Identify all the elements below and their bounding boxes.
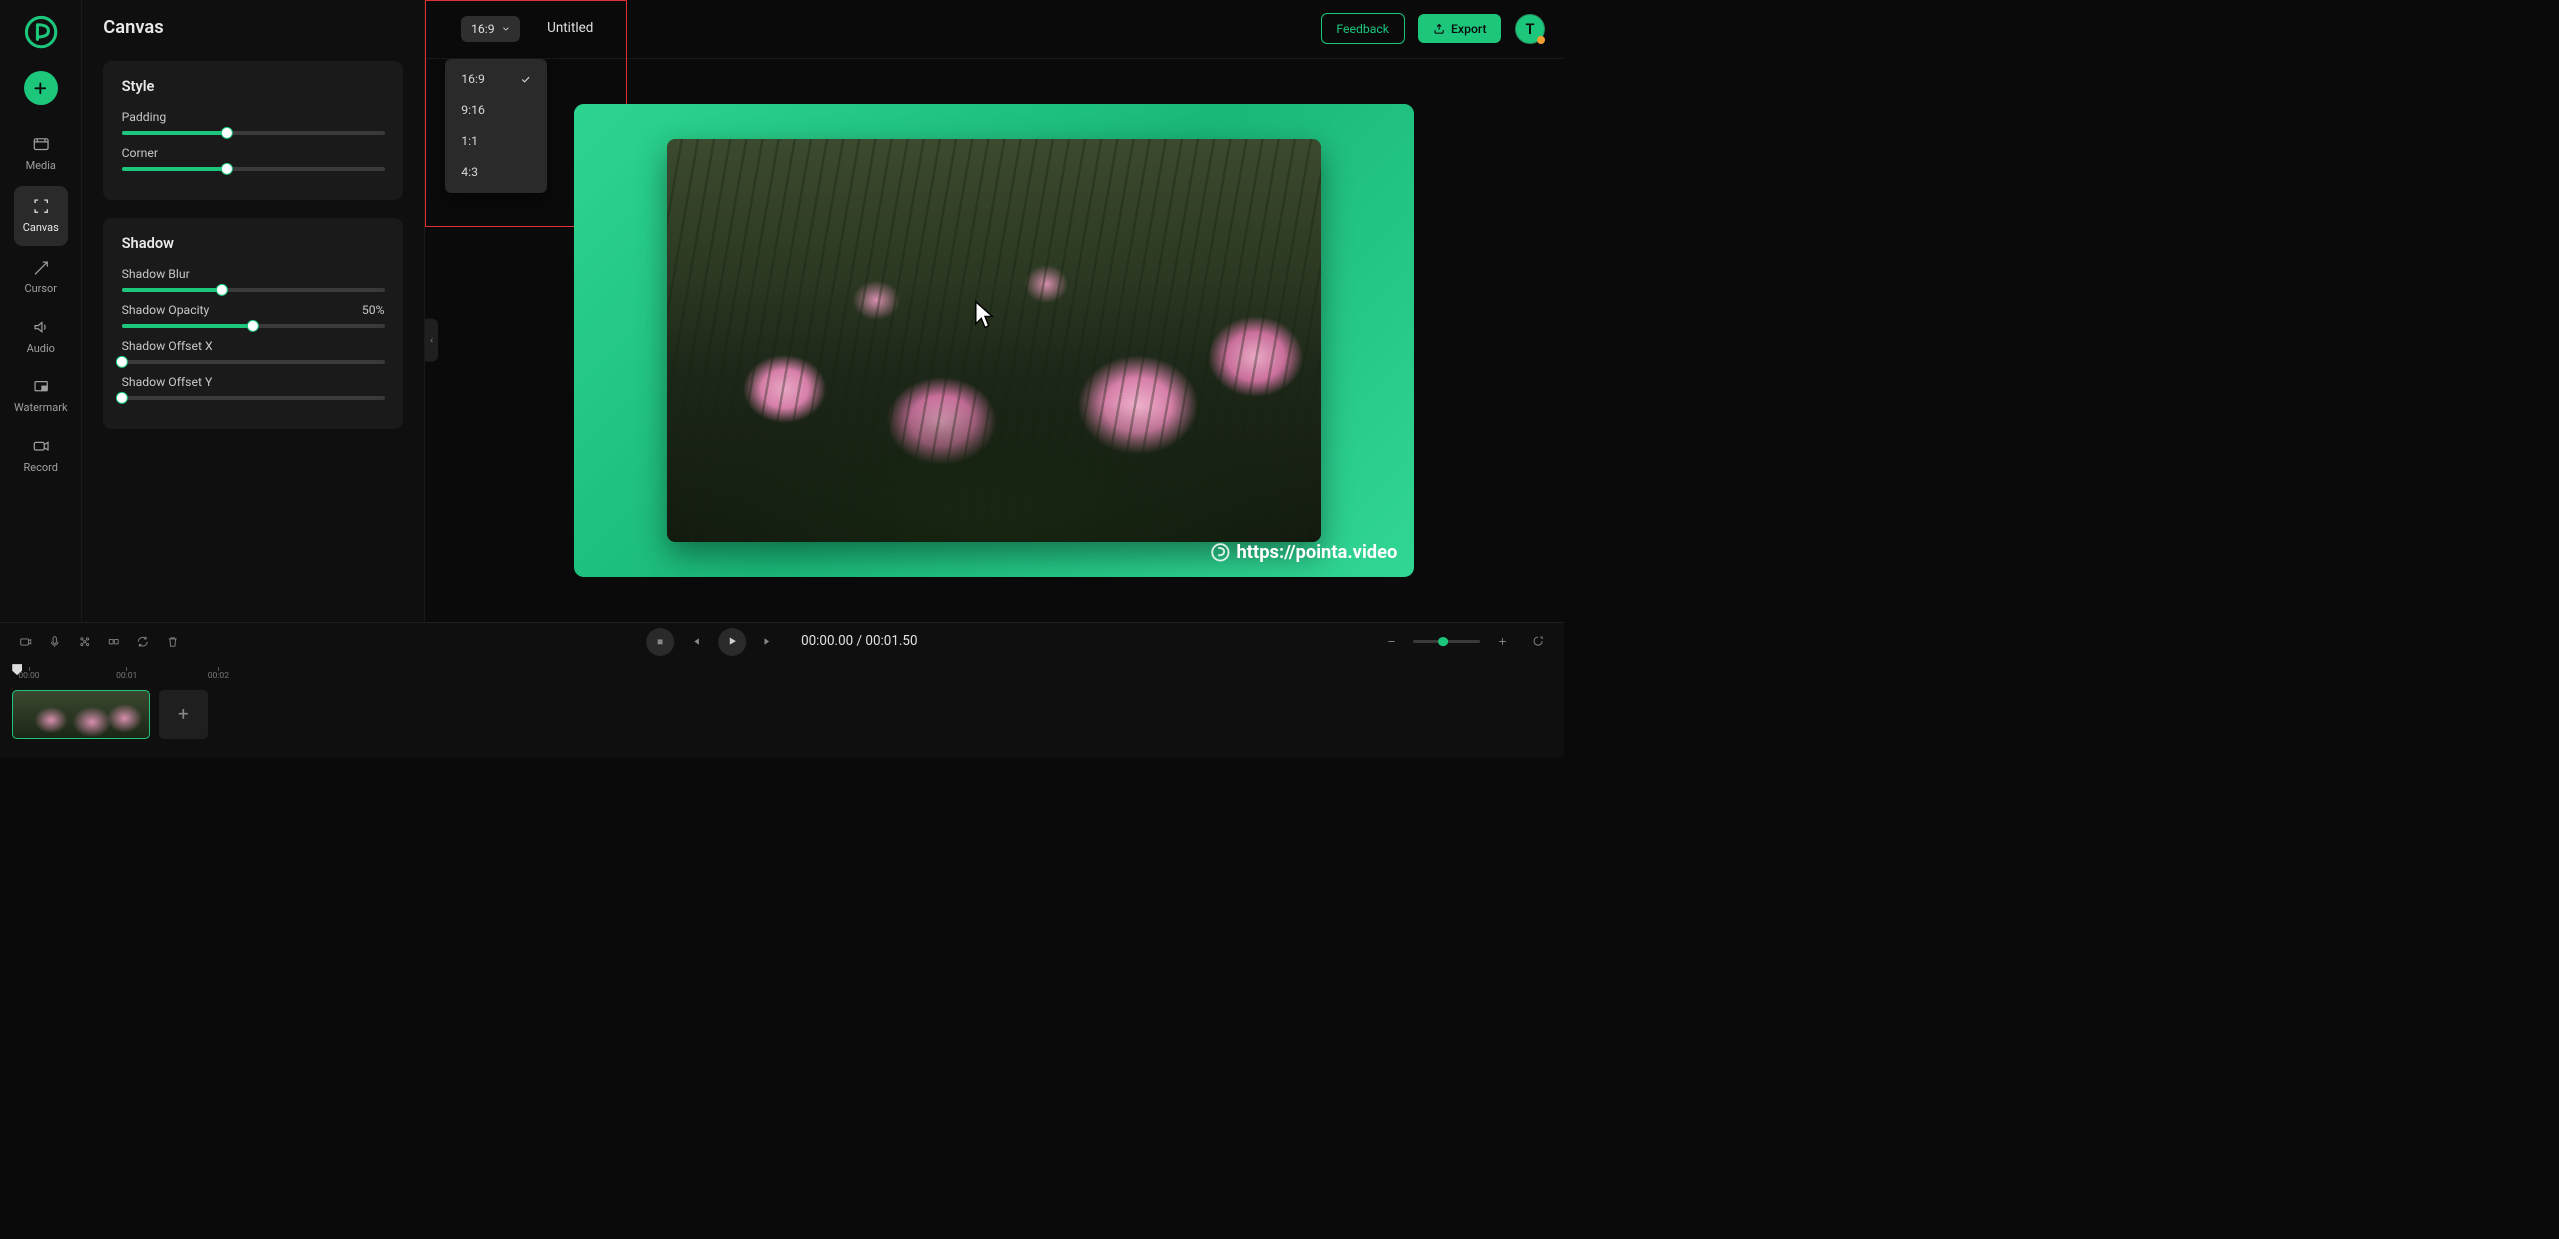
- add-clip-button[interactable]: +: [159, 690, 208, 739]
- avatar[interactable]: T: [1515, 14, 1546, 45]
- media-icon: [30, 133, 52, 155]
- style-title: Style: [122, 77, 385, 95]
- add-button[interactable]: [24, 71, 58, 105]
- time-ruler: 00:00 00:01 00:02: [12, 667, 1551, 685]
- nav-label: Media: [26, 159, 56, 172]
- nav-item-media[interactable]: Media: [0, 125, 81, 184]
- collapse-panel-handle[interactable]: [425, 319, 438, 362]
- trash-icon[interactable]: [159, 628, 186, 655]
- shadow-offsety-label: Shadow Offset Y: [122, 375, 213, 389]
- watermark-text: https://pointa.video: [1237, 542, 1398, 563]
- canvas-icon: [30, 195, 52, 217]
- aspect-ratio-button[interactable]: 16:9: [461, 16, 520, 42]
- nav-item-cursor[interactable]: Cursor: [0, 248, 81, 307]
- nav-item-watermark[interactable]: Watermark: [0, 367, 81, 426]
- split-icon[interactable]: [100, 628, 127, 655]
- padding-label: Padding: [122, 110, 167, 124]
- zoom-slider[interactable]: [1413, 640, 1480, 642]
- feedback-button[interactable]: Feedback: [1321, 13, 1405, 44]
- timeline-track[interactable]: 00:00 00:01 00:02 +: [0, 661, 1564, 758]
- nav-label: Cursor: [24, 282, 57, 295]
- audio-icon: [30, 316, 52, 338]
- corner-label: Corner: [122, 146, 158, 160]
- shadow-offsety-slider[interactable]: [122, 396, 385, 400]
- timecode: 00:00.00 / 00:01.50: [801, 634, 917, 649]
- export-label: Export: [1451, 22, 1487, 36]
- shadow-opacity-slider[interactable]: [122, 324, 385, 328]
- nav-label: Record: [24, 461, 58, 474]
- watermark: https://pointa.video: [1210, 542, 1398, 563]
- prev-frame-button[interactable]: [685, 631, 707, 653]
- nav-item-record[interactable]: Record: [0, 427, 81, 486]
- cursor-icon: [30, 257, 52, 279]
- timeline-toolbar: 00:00.00 / 00:01.50: [0, 623, 1564, 661]
- preview-area: https://pointa.video: [425, 59, 1564, 622]
- video-frame: [667, 139, 1321, 542]
- main-area: 16:9 Untitled Feedback Export T 16:9 9:1…: [425, 0, 1564, 757]
- nav-item-canvas[interactable]: Canvas: [14, 186, 68, 245]
- shadow-offsetx-label: Shadow Offset X: [122, 339, 213, 353]
- app-logo[interactable]: [19, 11, 62, 54]
- canvas-preview[interactable]: https://pointa.video: [574, 104, 1415, 577]
- video-thumbnail: [667, 139, 1321, 542]
- panel-title: Canvas: [103, 17, 403, 38]
- shadow-opacity-label: Shadow Opacity: [122, 303, 210, 317]
- watermark-logo-icon: [1210, 542, 1231, 563]
- zoom-controls: [1378, 628, 1551, 655]
- fit-button[interactable]: [1524, 628, 1551, 655]
- zoom-in-button[interactable]: [1489, 628, 1516, 655]
- stop-button[interactable]: [646, 628, 674, 656]
- timeline: 00:00.00 / 00:01.50 00:00 00:01 00:02: [0, 622, 1564, 757]
- chevron-down-icon: [501, 24, 511, 34]
- capture-icon[interactable]: [12, 628, 39, 655]
- project-title[interactable]: Untitled: [547, 21, 593, 36]
- playback-controls: 00:00.00 / 00:01.50: [646, 628, 918, 656]
- shadow-opacity-value: 50%: [362, 303, 385, 317]
- mic-icon[interactable]: [42, 628, 69, 655]
- padding-slider[interactable]: [122, 131, 385, 135]
- nav-item-audio[interactable]: Audio: [0, 308, 81, 367]
- export-button[interactable]: Export: [1418, 14, 1501, 43]
- play-button[interactable]: [718, 628, 746, 656]
- corner-slider[interactable]: [122, 167, 385, 171]
- shadow-offsetx-slider[interactable]: [122, 360, 385, 364]
- zoom-out-button[interactable]: [1378, 628, 1405, 655]
- record-icon: [30, 435, 52, 457]
- shadow-card: Shadow Shadow Blur Shadow Opacity 50% Sh…: [103, 218, 403, 429]
- video-clip[interactable]: [12, 690, 150, 739]
- cursor-pointer-icon: [974, 300, 994, 327]
- next-frame-button[interactable]: [757, 631, 779, 653]
- aspect-ratio-label: 16:9: [471, 22, 495, 36]
- nav-label: Audio: [27, 342, 55, 355]
- watermark-icon: [30, 376, 52, 398]
- shadow-title: Shadow: [122, 234, 385, 252]
- shadow-blur-slider[interactable]: [122, 288, 385, 292]
- nav-label: Watermark: [14, 401, 68, 414]
- export-icon: [1433, 23, 1445, 35]
- effects-icon[interactable]: [71, 628, 98, 655]
- style-card: Style Padding Corner: [103, 61, 403, 200]
- topbar: 16:9 Untitled Feedback Export T 16:9 9:1…: [425, 0, 1564, 59]
- refresh-icon[interactable]: [129, 628, 156, 655]
- nav-label: Canvas: [23, 221, 59, 234]
- shadow-blur-label: Shadow Blur: [122, 267, 190, 281]
